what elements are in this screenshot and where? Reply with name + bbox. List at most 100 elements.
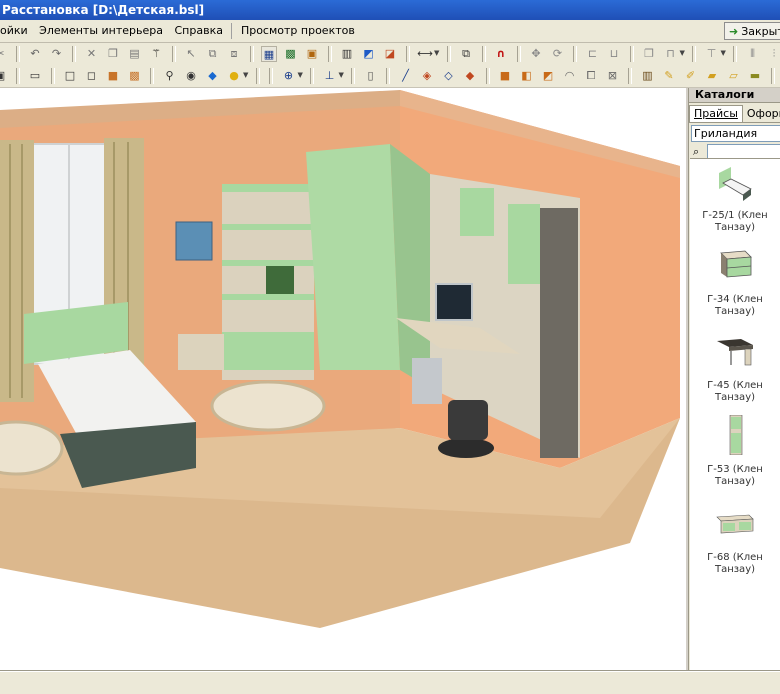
catalog-item[interactable]: Г-53 (Клен Танзау) — [690, 414, 780, 488]
catalog-items-list[interactable]: Г-25/1 (Клен Танзау) Г-34 (Клен Танзау) … — [690, 158, 780, 670]
report-icon[interactable]: ▣ — [304, 46, 320, 62]
copy-element-icon[interactable]: ❐ — [641, 46, 657, 62]
chevron-down-icon[interactable]: ▼ — [721, 49, 727, 57]
camera-icon[interactable]: ⚲ — [162, 68, 178, 84]
cut-icon[interactable]: ✂ — [0, 46, 8, 62]
hidden-lines-icon[interactable]: ◻ — [84, 68, 100, 84]
align-horizontal-icon[interactable]: ⫶ — [766, 46, 780, 62]
view-copy-icon[interactable]: ⧉ — [458, 46, 474, 62]
align-bottom-icon[interactable]: ⊔ — [606, 46, 622, 62]
copy-icon[interactable]: ❐ — [105, 46, 121, 62]
align-left-icon[interactable]: ⊏ — [585, 46, 601, 62]
distribute-icon[interactable]: ⊤ — [704, 46, 720, 62]
ungroup-icon[interactable]: ⧈ — [226, 46, 242, 62]
select-icon[interactable]: ↖ — [183, 46, 199, 62]
measure-icon[interactable]: ⟷ — [417, 46, 433, 62]
calculator-icon[interactable]: ▩ — [283, 46, 299, 62]
wall-icon[interactable]: ▯ — [363, 68, 379, 84]
eraser-icon[interactable]: ▱ — [726, 68, 742, 84]
table-icon[interactable]: ▦ — [261, 46, 277, 62]
rotate-icon[interactable]: ⟳ — [550, 46, 566, 62]
light-icon[interactable]: ● — [226, 68, 242, 84]
fill-icon[interactable]: ▬ — [747, 68, 763, 84]
menu-view-projects[interactable]: Просмотр проектов — [237, 20, 359, 42]
binoculars-icon[interactable]: ⌕ — [693, 145, 707, 159]
room-scene[interactable] — [0, 88, 686, 670]
nightstand-icon — [720, 250, 752, 278]
undo-icon[interactable]: ↶ — [27, 46, 43, 62]
catalog-item[interactable]: Г-68 (Клен Танзау) — [690, 503, 780, 576]
brush-icon[interactable]: ✐ — [683, 68, 699, 84]
menu-help[interactable]: Справка — [170, 20, 226, 42]
toolbar-separator — [249, 46, 254, 62]
insert-element-icon[interactable]: ⊕ — [281, 68, 297, 84]
toolbar-separator — [446, 46, 451, 62]
cube-icon[interactable]: ■ — [497, 68, 513, 84]
cabinet-icon — [716, 514, 754, 534]
door-element-icon[interactable]: ◇ — [441, 68, 457, 84]
catalog-item[interactable]: Г-45 (Клен Танзау) — [690, 331, 780, 404]
nightstand[interactable] — [178, 334, 224, 370]
textured-icon[interactable]: ▩ — [127, 68, 143, 84]
catalog-item[interactable]: Г-34 (Клен Танзау) — [690, 245, 780, 318]
3d-viewport[interactable] — [0, 88, 686, 670]
frame-icon[interactable]: ⧠ — [583, 68, 599, 84]
window-element-icon[interactable]: ◈ — [419, 68, 435, 84]
view-box-icon[interactable]: ▣ — [0, 68, 8, 84]
toolbar-main: ✂ ↶ ↷ ✕ ❐ ▤ ⚚ ↖ ⧉ ⧈ ▦ ▩ ▣ ▥ ◩ ◪ ⟷▼ ⧉ ∩ ✥… — [0, 43, 780, 66]
group-icon[interactable]: ⧉ — [205, 46, 221, 62]
toolbar-separator — [386, 68, 390, 84]
texture-icon[interactable]: ◩ — [540, 68, 556, 84]
status-bar — [0, 671, 780, 694]
draw-line-icon[interactable]: ╱ — [398, 68, 414, 84]
catalog-item-label: Г-53 (Клен Танзау) — [707, 464, 763, 487]
box-icon[interactable]: ◧ — [519, 68, 535, 84]
chevron-down-icon[interactable]: ▼ — [680, 49, 686, 57]
hatching-icon[interactable]: ▥ — [640, 68, 656, 84]
paint-icon[interactable]: ▰ — [704, 68, 720, 84]
chevron-down-icon[interactable]: ▼ — [339, 71, 345, 79]
tab-prices[interactable]: Прайсы — [689, 105, 743, 122]
move-icon[interactable]: ✥ — [528, 46, 544, 62]
delete-icon[interactable]: ✕ — [84, 46, 100, 62]
paste-icon[interactable]: ▤ — [127, 46, 143, 62]
window-title: Расстановка [D:\Детская.bsl] — [2, 3, 205, 17]
toolbar-separator — [516, 46, 521, 62]
print-icon[interactable]: ▭ — [27, 68, 43, 84]
catalog-item[interactable]: Г-25/1 (Клен Танзау) — [690, 161, 780, 234]
office-chair[interactable] — [438, 438, 494, 458]
render-icon[interactable]: ◩ — [361, 46, 377, 62]
redo-icon[interactable]: ↷ — [49, 46, 65, 62]
menu-interior-elements[interactable]: Элементы интерьера — [35, 20, 167, 42]
menu-settings[interactable]: ойки — [0, 20, 32, 42]
toolbar-separator — [269, 68, 273, 84]
catalogs-panel: Каталоги ПрайсыОформл Гриландия ⌕ Г-25/1… — [688, 88, 780, 670]
save-icon[interactable]: ▥ — [339, 46, 355, 62]
toolbar-separator — [733, 46, 737, 62]
bed-icon — [719, 167, 752, 201]
toolbar-separator — [15, 46, 20, 62]
chevron-down-icon[interactable]: ▼ — [243, 71, 249, 79]
layers-icon[interactable]: ◆ — [205, 68, 221, 84]
camera-settings-icon[interactable]: ◉ — [183, 68, 199, 84]
arc-icon[interactable]: ◠ — [562, 68, 578, 84]
wireframe-icon[interactable]: □ — [62, 68, 78, 84]
render-options-icon[interactable]: ◪ — [382, 46, 398, 62]
magnet-icon[interactable]: ∩ — [493, 46, 509, 62]
align-top-icon[interactable]: ⊓ — [663, 46, 679, 62]
wardrobe[interactable] — [306, 144, 400, 370]
close-project-button[interactable]: ➜Закрыть — [724, 22, 780, 40]
chevron-down-icon[interactable]: ▼ — [298, 71, 304, 79]
opening-icon[interactable]: ◆ — [462, 68, 478, 84]
tab-decor[interactable]: Оформл — [743, 106, 780, 122]
magic-wand-icon[interactable]: ⚚ — [148, 46, 164, 62]
toolbar-separator — [405, 46, 410, 62]
chevron-down-icon[interactable]: ▼ — [434, 49, 440, 57]
monitor — [435, 283, 473, 321]
catalog-dropdown[interactable]: Гриландия — [691, 125, 780, 142]
shaded-icon[interactable]: ■ — [105, 68, 121, 84]
pencil-icon[interactable]: ✎ — [661, 68, 677, 84]
align-vertical-icon[interactable]: ⫴ — [745, 46, 761, 62]
dimension-icon[interactable]: ⊥ — [322, 68, 338, 84]
split-icon[interactable]: ⊠ — [605, 68, 621, 84]
